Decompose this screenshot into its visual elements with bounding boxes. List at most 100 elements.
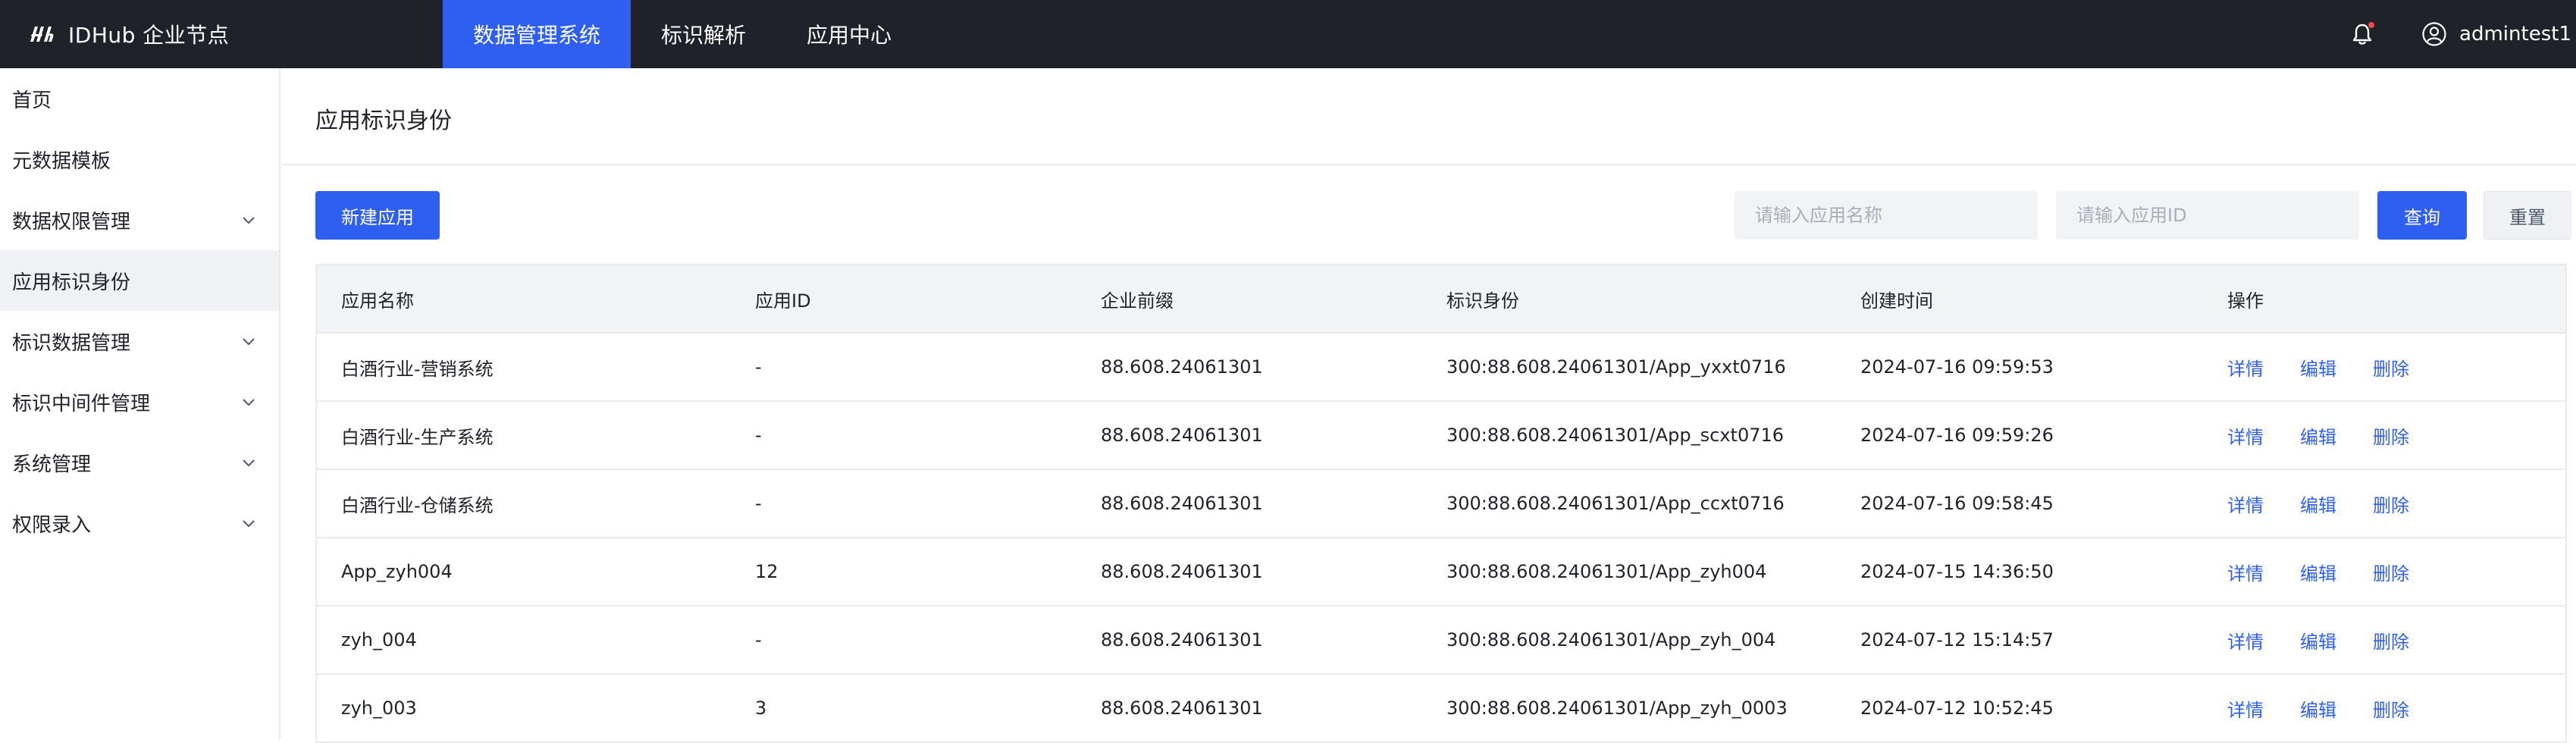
notification-button[interactable] [2349,20,2376,48]
detail-link[interactable]: 详情 [2227,700,2264,721]
app-name-search-input[interactable] [1735,191,2038,240]
cell-created-time: 2024-07-16 09:58:45 [1860,493,2054,514]
chevron-down-icon [243,399,255,406]
cell-identity: 300:88.608.24061301/App_zyh004 [1446,561,1767,582]
sidebar-item-permission-entry[interactable]: 权限录入 [0,493,279,553]
page-header: 应用标识身份 [282,68,2576,165]
edit-link[interactable]: 编辑 [2300,632,2336,653]
sidebar-item-label: 标识中间件管理 [12,392,151,415]
cell-actions: 详情 编辑 删除 [2227,422,2446,449]
cell-identity: 300:88.608.24061301/App_yxxt0716 [1446,356,1786,378]
cell-app-id: - [755,493,762,514]
delete-link[interactable]: 删除 [2373,427,2409,448]
query-button[interactable]: 查询 [2377,191,2467,240]
idhub-logo-icon [30,27,54,42]
table-row: 白酒行业-仓储系统 - 88.608.24061301 300:88.608.2… [317,470,2565,538]
cell-app-id: 3 [755,698,767,719]
cell-app-name: 白酒行业-生产系统 [341,426,494,448]
column-header-created-time: 创建时间 [1860,290,1933,312]
table-row: zyh_003 3 88.608.24061301 300:88.608.240… [317,675,2565,743]
sidebar-item-label: 数据权限管理 [12,210,131,234]
cell-created-time: 2024-07-16 09:59:26 [1860,425,2054,446]
cell-app-name: zyh_004 [341,629,417,651]
sidebar: 首页 元数据模板 数据权限管理 应用标识身份 标识数据管理 标识中间件管理 系统… [0,68,280,740]
sidebar-item-label: 应用标识身份 [12,271,131,294]
cell-app-id: - [755,425,762,446]
cell-actions: 详情 编辑 删除 [2227,354,2446,381]
table-row: 白酒行业-生产系统 - 88.608.24061301 300:88.608.2… [317,402,2565,470]
cell-actions: 详情 编辑 删除 [2227,559,2446,585]
header-actions: admintest1 [2349,0,2576,68]
cell-identity: 300:88.608.24061301/App_scxt0716 [1446,425,1785,446]
edit-link[interactable]: 编辑 [2300,563,2336,585]
edit-link[interactable]: 编辑 [2300,495,2336,516]
sidebar-item-app-identity[interactable]: 应用标识身份 [0,250,279,311]
delete-link[interactable]: 删除 [2373,495,2409,516]
new-app-button[interactable]: 新建应用 [315,191,440,240]
nav-item-app-center[interactable]: 应用中心 [776,0,922,68]
cell-app-id: - [755,629,762,651]
brand-name: IDHub 企业节点 [68,23,230,48]
nav-item-data-management[interactable]: 数据管理系统 [443,0,631,68]
sidebar-item-label: 权限录入 [12,513,92,537]
cell-app-id: 12 [755,561,779,582]
user-icon [2422,22,2446,46]
delete-link[interactable]: 删除 [2373,700,2409,721]
table-row: 白酒行业-营销系统 - 88.608.24061301 300:88.608.2… [317,334,2565,402]
sidebar-item-home[interactable]: 首页 [0,68,279,129]
sidebar-item-system-management[interactable]: 系统管理 [0,432,279,493]
delete-link[interactable]: 删除 [2373,563,2409,585]
chevron-down-icon [243,338,255,346]
brand-logo[interactable]: IDHub 企业节点 [27,0,229,68]
main-nav: 数据管理系统 标识解析 应用中心 [443,0,922,68]
cell-app-name: 白酒行业-仓储系统 [341,494,494,516]
cell-prefix: 88.608.24061301 [1101,493,1263,514]
edit-link[interactable]: 编辑 [2300,427,2336,448]
cell-prefix: 88.608.24061301 [1101,629,1263,651]
app-id-search-input[interactable] [2056,191,2359,240]
sidebar-item-identifier-data[interactable]: 标识数据管理 [0,311,279,372]
page-title: 应用标识身份 [315,108,452,134]
detail-link[interactable]: 详情 [2227,359,2264,380]
table-row: zyh_004 - 88.608.24061301 300:88.608.240… [317,607,2565,675]
cell-app-id: - [755,356,762,378]
detail-link[interactable]: 详情 [2227,427,2264,448]
user-menu[interactable]: admintest1 [2421,21,2571,47]
edit-link[interactable]: 编辑 [2300,359,2336,380]
sidebar-item-data-permission[interactable]: 数据权限管理 [0,190,279,250]
cell-identity: 300:88.608.24061301/App_zyh_004 [1446,629,1776,651]
cell-actions: 详情 编辑 删除 [2227,491,2446,517]
sidebar-item-label: 首页 [12,89,52,112]
cell-prefix: 88.608.24061301 [1101,561,1263,582]
chevron-down-icon [243,217,255,224]
column-header-app-name: 应用名称 [341,290,414,312]
detail-link[interactable]: 详情 [2227,632,2264,653]
sidebar-item-metadata-template[interactable]: 元数据模板 [0,129,279,190]
detail-link[interactable]: 详情 [2227,563,2264,585]
chevron-down-icon [243,520,255,528]
cell-app-name: 白酒行业-营销系统 [341,358,494,380]
column-header-actions: 操作 [2227,290,2264,312]
column-header-prefix: 企业前缀 [1101,290,1174,312]
sidebar-item-middleware[interactable]: 标识中间件管理 [0,372,279,432]
sidebar-item-label: 系统管理 [12,453,92,476]
cell-created-time: 2024-07-15 14:36:50 [1860,561,2054,582]
cell-prefix: 88.608.24061301 [1101,425,1263,446]
delete-link[interactable]: 删除 [2373,632,2409,653]
cell-app-name: App_zyh004 [341,561,453,582]
delete-link[interactable]: 删除 [2373,359,2409,380]
cell-created-time: 2024-07-16 09:59:53 [1860,356,2054,378]
username: admintest1 [2459,23,2571,45]
cell-identity: 300:88.608.24061301/App_ccxt0716 [1446,493,1785,514]
detail-link[interactable]: 详情 [2227,495,2264,516]
column-header-app-id: 应用ID [755,290,811,312]
column-header-identity: 标识身份 [1446,290,1519,312]
top-navigation-bar: IDHub 企业节点 数据管理系统 标识解析 应用中心 admintest1 [0,0,2576,68]
nav-item-identifier-resolution[interactable]: 标识解析 [631,0,776,68]
sidebar-item-label: 标识数据管理 [12,331,131,355]
cell-actions: 详情 编辑 删除 [2227,695,2446,722]
table-row: App_zyh004 12 88.608.24061301 300:88.608… [317,538,2565,607]
reset-button[interactable]: 重置 [2484,191,2571,240]
edit-link[interactable]: 编辑 [2300,700,2336,721]
app-identity-table: 应用名称 应用ID 企业前缀 标识身份 创建时间 操作 白酒行业-营销系统 - … [315,264,2567,743]
